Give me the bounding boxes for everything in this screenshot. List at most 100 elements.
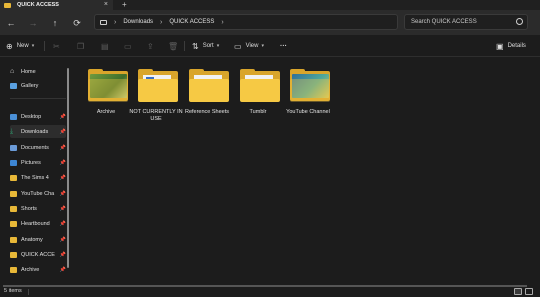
- sidebar-item-the-sims-4[interactable]: The Sims 4 📌: [10, 171, 66, 184]
- paste-icon: ▤: [101, 41, 109, 51]
- pin-icon: 📌: [59, 236, 66, 243]
- sidebar-item-label: Downloads: [21, 128, 49, 135]
- folder-item-reference-sheets[interactable]: Reference Sheets: [184, 69, 230, 139]
- toolbar-divider: [44, 41, 45, 51]
- address-bar[interactable]: › Downloads › QUICK ACCESS ›: [94, 14, 398, 30]
- view-icon: ▭: [234, 41, 242, 51]
- breadcrumb-downloads[interactable]: Downloads: [123, 19, 153, 25]
- pin-icon: 📌: [59, 220, 66, 227]
- search-input[interactable]: Search QUICK ACCESS: [404, 14, 528, 30]
- details-pane-icon: ▣: [496, 41, 504, 51]
- sidebar-item-home[interactable]: ⌂ Home: [10, 65, 66, 78]
- folder-icon: [10, 251, 17, 258]
- folder-icon: [10, 205, 17, 212]
- toolbar-divider: [184, 41, 185, 51]
- breadcrumb-separator: ›: [114, 18, 117, 26]
- sidebar-item-downloads[interactable]: ⤓ Downloads 📌: [10, 125, 66, 138]
- home-icon: ⌂: [10, 67, 15, 75]
- new-button[interactable]: ⊕ New ▾: [6, 41, 34, 51]
- sidebar-item-desktop[interactable]: Desktop 📌: [10, 110, 66, 123]
- sidebar-item-label: Desktop: [21, 113, 42, 120]
- breadcrumb-separator: ›: [221, 18, 224, 26]
- more-icon: ···: [280, 42, 287, 50]
- copy-button[interactable]: ❐: [77, 41, 88, 51]
- sidebar-item-quick-access[interactable]: QUICK ACCES 📌: [10, 248, 66, 261]
- folder-icon: [4, 2, 11, 8]
- sidebar-item-label: Archive: [21, 266, 40, 273]
- details-view-icon[interactable]: [514, 288, 522, 295]
- pin-icon: 📌: [59, 174, 66, 181]
- details-label: Details: [507, 43, 526, 49]
- rename-icon: ▭: [124, 41, 132, 51]
- sidebar-item-documents[interactable]: Documents 📌: [10, 141, 66, 154]
- pictures-icon: [10, 159, 17, 166]
- sidebar-item-pictures[interactable]: Pictures 📌: [10, 156, 66, 169]
- pin-icon: 📌: [59, 205, 66, 212]
- plus-circle-icon: ⊕: [6, 41, 13, 51]
- folder-item-youtube-channel[interactable]: YouTube Channel: [285, 69, 331, 139]
- command-bar: ⊕ New ▾ ✂ ❐ ▤ ▭ ⇪ 🗑 ⇅ Sort ▾ ▭ View ▾ ··…: [0, 35, 540, 57]
- search-placeholder: Search QUICK ACCESS: [411, 19, 477, 25]
- details-button[interactable]: ▣ Details: [496, 41, 526, 51]
- search-icon: [516, 18, 523, 25]
- navigation-bar: ← → ↑ ⟳ › Downloads › QUICK ACCESS › Sea…: [0, 10, 540, 35]
- sidebar-item-label: Heartbound: [21, 220, 50, 227]
- view-label: View: [245, 43, 259, 49]
- refresh-icon[interactable]: ⟳: [70, 16, 84, 30]
- sidebar-item-label: Gallery: [21, 82, 39, 89]
- folder-icon: [10, 236, 17, 243]
- up-arrow-icon[interactable]: ↑: [48, 16, 62, 30]
- sidebar-item-archive[interactable]: Archive 📌: [10, 263, 66, 276]
- computer-icon: [100, 19, 107, 25]
- cut-button[interactable]: ✂: [53, 41, 64, 51]
- sidebar-item-label: Shorts: [21, 205, 37, 212]
- item-count: 5 items: [4, 288, 22, 294]
- folder-icon: [10, 174, 17, 181]
- sort-button[interactable]: ⇅ Sort ▾: [192, 41, 219, 51]
- chevron-down-icon: ▾: [261, 43, 264, 49]
- sidebar-scrollbar[interactable]: [67, 68, 69, 268]
- pin-icon: 📌: [59, 144, 66, 151]
- share-icon: ⇪: [147, 41, 154, 51]
- back-arrow-icon[interactable]: ←: [4, 16, 18, 30]
- folder-icon: [138, 79, 178, 102]
- pin-icon: 📌: [59, 113, 66, 120]
- chevron-down-icon: ▾: [216, 43, 220, 49]
- desktop-icon: [10, 113, 17, 120]
- folder-item-archive[interactable]: Archive: [83, 69, 129, 139]
- download-icon: ⤓: [10, 127, 14, 135]
- sidebar-item-anatomy[interactable]: Anatomy 📌: [10, 233, 66, 246]
- sidebar-item-shorts[interactable]: Shorts 📌: [10, 202, 66, 215]
- paste-button[interactable]: ▤: [101, 41, 113, 51]
- folder-item-tumblr[interactable]: Tumblr: [235, 69, 281, 139]
- large-icons-view-icon[interactable]: [525, 288, 533, 295]
- navigation-pane: ⌂ Home Gallery Desktop 📌 ⤓ Downloads 📌 D…: [0, 57, 72, 285]
- folder-icon: [10, 266, 17, 273]
- sidebar-item-label: QUICK ACCES: [21, 251, 55, 258]
- folder-icon: [189, 79, 229, 102]
- share-button[interactable]: ⇪: [147, 41, 158, 51]
- folder-name: YouTube Channel: [286, 109, 330, 115]
- sidebar-item-youtube-channel[interactable]: YouTube Cha 📌: [10, 187, 66, 200]
- delete-button[interactable]: 🗑: [168, 41, 182, 51]
- folder-item-not-currently-in-use[interactable]: NOT CURRENTLY IN USE: [129, 69, 183, 139]
- rename-button[interactable]: ▭: [124, 41, 136, 51]
- sidebar-item-heartbound[interactable]: Heartbound 📌: [10, 217, 66, 230]
- close-tab-icon[interactable]: ×: [104, 1, 108, 8]
- folder-icon: [240, 79, 280, 102]
- pin-icon: 📌: [59, 251, 66, 258]
- new-label: New: [16, 43, 29, 49]
- breadcrumb-quick-access[interactable]: QUICK ACCESS: [169, 19, 214, 25]
- forward-arrow-icon[interactable]: →: [26, 16, 40, 30]
- view-button[interactable]: ▭ View ▾: [234, 41, 264, 51]
- pin-icon: 📌: [59, 128, 66, 135]
- more-options-button[interactable]: ···: [280, 41, 287, 51]
- scissors-icon: ✂: [53, 41, 60, 51]
- sidebar-item-label: Anatomy: [21, 236, 43, 243]
- new-tab-button[interactable]: +: [122, 0, 127, 10]
- folder-name: NOT CURRENTLY IN USE: [129, 109, 183, 122]
- tab-quick-access[interactable]: QUICK ACCESS ×: [0, 0, 113, 10]
- file-list: Archive NOT CURRENTLY IN USE Reference S…: [75, 57, 528, 285]
- sidebar-item-gallery[interactable]: Gallery: [10, 79, 66, 92]
- pin-icon: 📌: [59, 159, 66, 166]
